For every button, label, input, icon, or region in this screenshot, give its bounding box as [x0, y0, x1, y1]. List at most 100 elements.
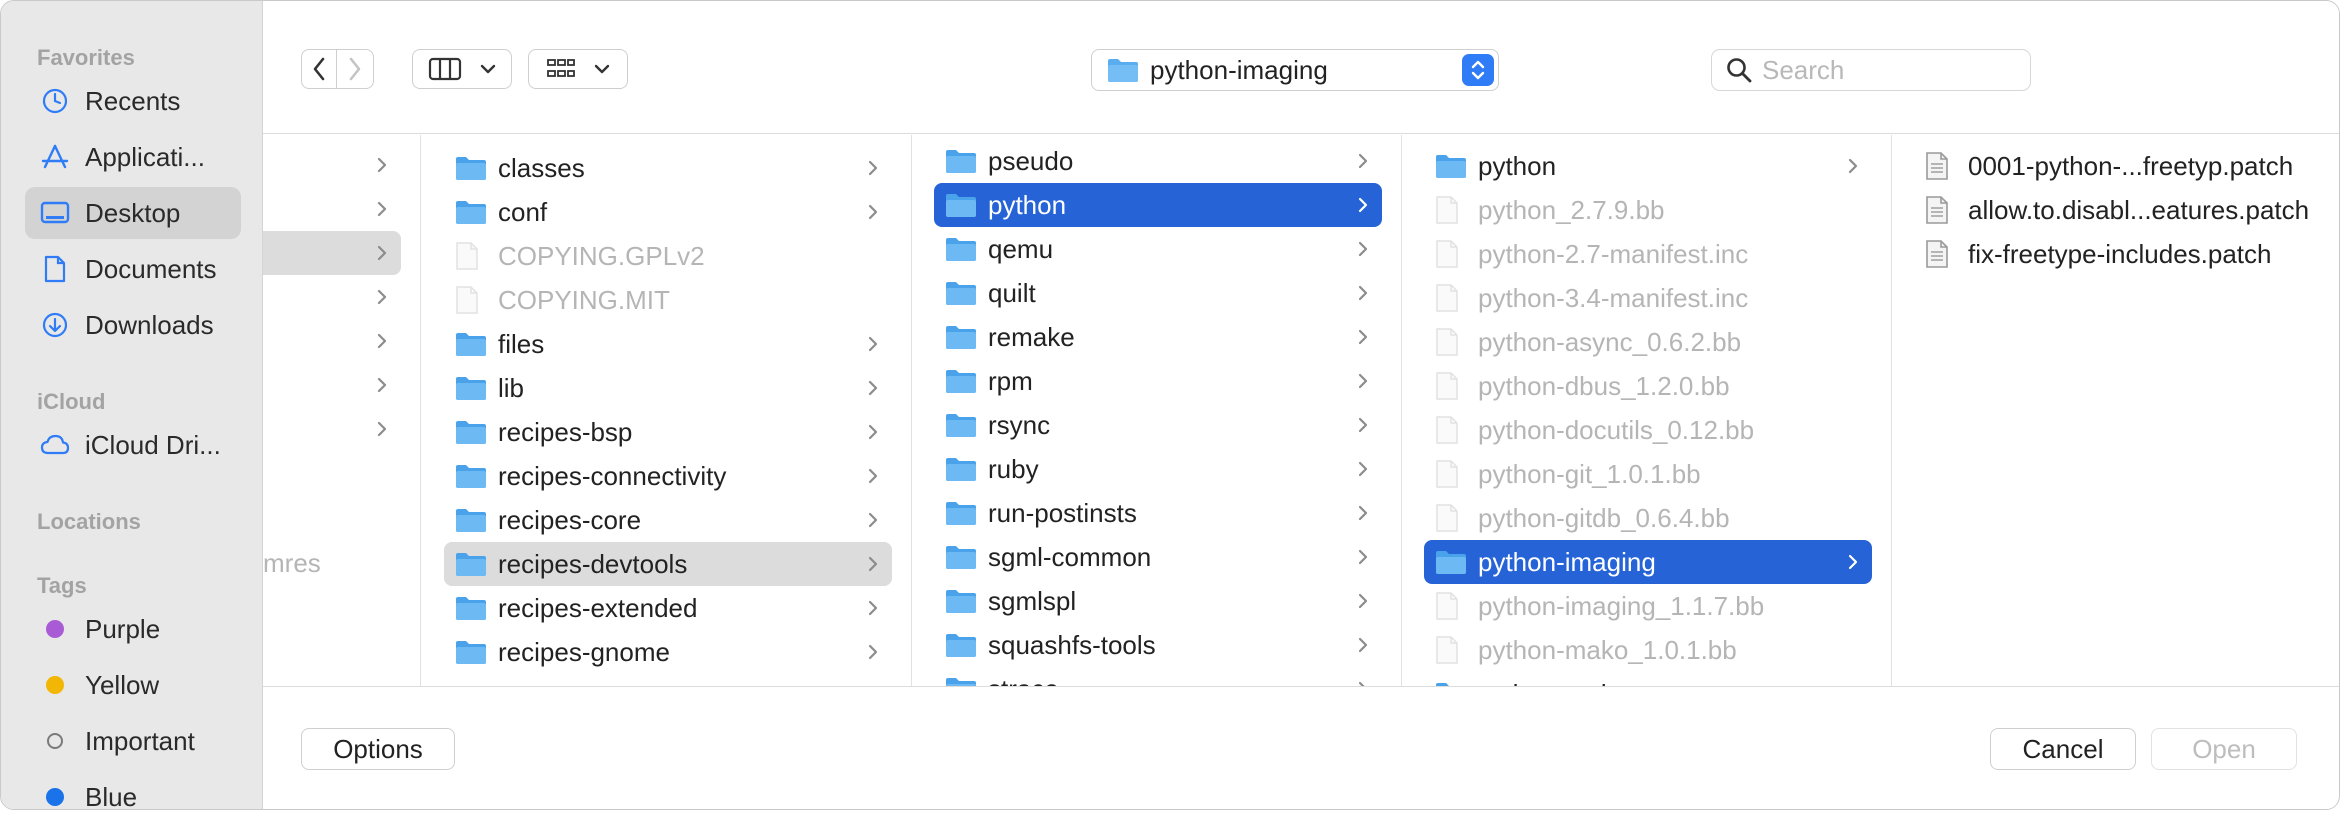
- folder-item[interactable]: strace: [934, 667, 1382, 686]
- item-name: COPYING.MIT: [498, 284, 670, 315]
- cancel-button[interactable]: Cancel: [1990, 728, 2136, 770]
- folder-item[interactable]: lib: [444, 366, 892, 410]
- sidebar-item-applicati[interactable]: Applicati...: [25, 131, 241, 183]
- item-name: rpm: [988, 365, 1033, 396]
- sidebar-item-important[interactable]: Important: [25, 715, 241, 767]
- file-icon: [1436, 196, 1458, 224]
- file-item[interactable]: python-git_1.0.1.bb: [1424, 452, 1872, 496]
- file-item[interactable]: python-mako_1.0.1.bb: [1424, 628, 1872, 672]
- folder-icon: [456, 157, 486, 180]
- folder-item[interactable]: recipes-devtools: [444, 542, 892, 586]
- folder-item[interactable]: python: [934, 183, 1382, 227]
- folder-item[interactable]: rpm: [934, 359, 1382, 403]
- column-4: 0001-python-...freetyp.patch allow.to.dis…: [1892, 135, 2339, 686]
- folder-icon: [1436, 683, 1464, 686]
- folder-item[interactable]: rsync: [934, 403, 1382, 447]
- item-name: classes: [498, 152, 585, 183]
- folder-item[interactable]: classes: [444, 146, 892, 190]
- group-by-button[interactable]: [528, 49, 628, 89]
- folder-item[interactable]: run-postinsts: [934, 491, 1382, 535]
- sidebar: Favorites iCloud Locations Tags Recents A…: [1, 1, 263, 809]
- sidebar-item-yellow[interactable]: Yellow: [25, 659, 241, 711]
- list-item[interactable]: [263, 231, 401, 275]
- open-button[interactable]: Open: [2151, 728, 2297, 770]
- folder-item[interactable]: recipes-extended: [444, 586, 892, 630]
- folder-item[interactable]: remake: [934, 315, 1382, 359]
- item-name: run-postinsts: [988, 497, 1137, 528]
- search-input[interactable]: [1762, 54, 2012, 86]
- chevron-right-icon: [868, 160, 878, 176]
- chevron-right-icon: [1358, 549, 1368, 565]
- view-mode-button[interactable]: [412, 49, 512, 89]
- chevron-right-icon: [868, 468, 878, 484]
- column-2: pseudo python qemu quilt remake rpm rsync ruby r…: [912, 135, 1402, 686]
- folder-item[interactable]: quilt: [934, 271, 1382, 315]
- file-icon: [1436, 372, 1458, 400]
- file-item[interactable]: python-dbus_1.2.0.bb: [1424, 364, 1872, 408]
- sidebar-item-purple[interactable]: Purple: [25, 603, 241, 655]
- list-item[interactable]: [263, 143, 401, 187]
- forward-button[interactable]: [336, 49, 374, 89]
- list-item[interactable]: [263, 363, 401, 407]
- sidebar-item-documents[interactable]: Documents: [25, 243, 241, 295]
- sidebar-item-desktop[interactable]: Desktop: [25, 187, 241, 239]
- file-item[interactable]: python-docutils_0.12.bb: [1424, 408, 1872, 452]
- folder-icon: [946, 326, 976, 349]
- folder-item[interactable]: pseudo: [934, 139, 1382, 183]
- folder-item[interactable]: squashfs-tools: [934, 623, 1382, 667]
- file-item[interactable]: python-async_0.6.2.bb: [1424, 320, 1872, 364]
- item-name: strace: [988, 674, 1059, 687]
- item-name: recipes-core: [498, 504, 642, 535]
- file-item[interactable]: allow.to.disabl...eatures.patch: [1914, 188, 2334, 232]
- back-button[interactable]: [301, 49, 337, 89]
- list-item-label: mres: [263, 547, 321, 578]
- folder-item[interactable]: recipes-core: [444, 498, 892, 542]
- folder-item[interactable]: ruby: [934, 447, 1382, 491]
- sidebar-item-downloads[interactable]: Downloads: [25, 299, 241, 351]
- sidebar-item-icloud-dri[interactable]: iCloud Dri...: [25, 419, 241, 471]
- chevron-right-icon: [1358, 681, 1365, 686]
- folder-item[interactable]: recipes-bsp: [444, 410, 892, 454]
- folder-item[interactable]: python-imaging: [1424, 540, 1872, 584]
- list-item[interactable]: [263, 187, 401, 231]
- item-name: python-2.7-manifest.inc: [1478, 238, 1749, 269]
- folder-item[interactable]: recipes-gnome: [444, 630, 892, 674]
- file-item[interactable]: COPYING.GPLv2: [444, 234, 892, 278]
- folder-item[interactable]: sgml-common: [934, 535, 1382, 579]
- file-item[interactable]: python-2.7-manifest.inc: [1424, 232, 1872, 276]
- path-popup[interactable]: python-imaging: [1091, 49, 1499, 91]
- sidebar-item-blue[interactable]: Blue: [25, 771, 241, 809]
- list-item[interactable]: mres: [263, 541, 321, 585]
- item-name: python-gitdb_0.6.4.bb: [1478, 502, 1730, 533]
- tag-dot-icon: [39, 725, 71, 757]
- file-item[interactable]: python-imaging_1.1.7.bb: [1424, 584, 1872, 628]
- file-item[interactable]: python-gitdb_0.6.4.bb: [1424, 496, 1872, 540]
- folder-item[interactable]: python: [1424, 144, 1872, 188]
- file-item[interactable]: python-3.4-manifest.inc: [1424, 276, 1872, 320]
- options-button[interactable]: Options: [301, 728, 455, 770]
- chevron-right-icon: [377, 289, 387, 305]
- folder-icon: [946, 150, 976, 173]
- search-field[interactable]: [1711, 49, 2031, 91]
- file-item[interactable]: 0001-python-...freetyp.patch: [1914, 144, 2334, 188]
- folder-item[interactable]: qemu: [934, 227, 1382, 271]
- folder-item[interactable]: recipes-connectivity: [444, 454, 892, 498]
- folder-item[interactable]: python-native: [1424, 672, 1872, 686]
- folder-item[interactable]: files: [444, 322, 892, 366]
- item-name: recipes-bsp: [498, 416, 633, 447]
- chevron-right-icon: [1358, 241, 1368, 257]
- file-item[interactable]: COPYING.MIT: [444, 278, 892, 322]
- grid-icon: [547, 59, 575, 77]
- list-item[interactable]: [263, 319, 401, 363]
- file-item[interactable]: python_2.7.9.bb: [1424, 188, 1872, 232]
- folder-item[interactable]: conf: [444, 190, 892, 234]
- sidebar-item-recents[interactable]: Recents: [25, 75, 241, 127]
- chevron-right-icon: [349, 57, 361, 81]
- list-item[interactable]: [263, 275, 401, 319]
- list-item[interactable]: [263, 407, 401, 451]
- download-icon: [39, 309, 71, 341]
- folder-icon: [946, 546, 976, 569]
- folder-item[interactable]: sgmlspl: [934, 579, 1382, 623]
- file-item[interactable]: fix-freetype-includes.patch: [1914, 232, 2334, 276]
- desktop-icon: [39, 197, 71, 229]
